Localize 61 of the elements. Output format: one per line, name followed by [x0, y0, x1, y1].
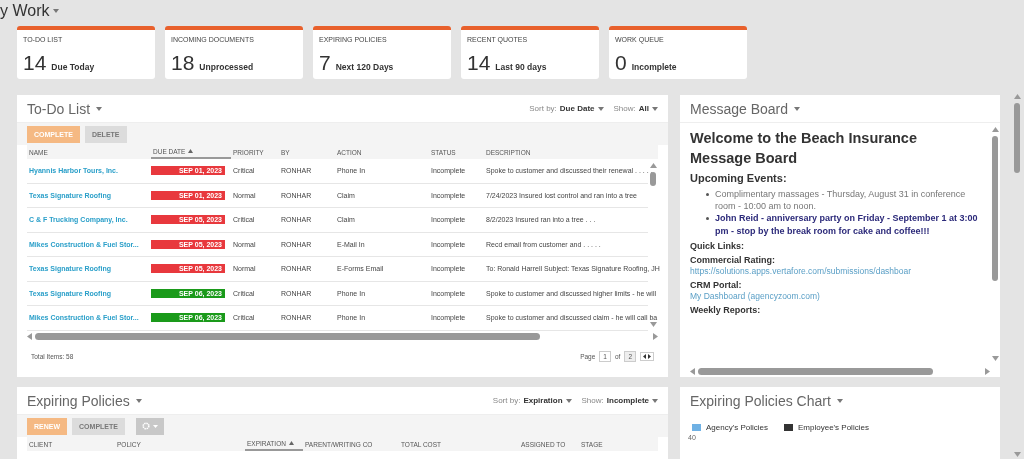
tile-caption: Last 90 days	[495, 62, 547, 72]
tile-count: 0	[615, 52, 627, 73]
tile-count: 14	[23, 52, 47, 73]
caret-icon	[597, 106, 604, 111]
caret-icon	[96, 106, 103, 111]
settings-button[interactable]	[135, 417, 164, 435]
section-heading: Upcoming Events:	[690, 172, 788, 185]
page-title: y Work	[0, 2, 50, 20]
tile-caption: Unprocessed	[199, 62, 254, 72]
bullet-icon	[706, 193, 709, 197]
panel-title: To-Do List	[27, 100, 91, 117]
section-heading: Quick Links:	[690, 240, 745, 251]
scrollbar-thumb[interactable]	[992, 136, 998, 281]
tile-count: 14	[467, 52, 491, 73]
event-item: Complimentary massages - Thursday, August 31 in conference room - 10:00 am to noon.	[715, 188, 967, 213]
tile-count: 18	[171, 52, 195, 73]
bullet-icon	[706, 217, 709, 221]
scroll-down-icon[interactable]	[991, 356, 999, 361]
link-label: Commercial Rating:	[690, 254, 777, 265]
event-item: John Reid - anniversary party on Friday - September 1 at 3:00 pm - stop by the break room for cake and coffee!!!	[715, 212, 979, 237]
scroll-down-icon[interactable]	[649, 321, 657, 327]
scroll-right-icon[interactable]	[653, 333, 658, 340]
caret-icon	[152, 424, 158, 428]
link-label: CRM Portal:	[690, 279, 743, 290]
caret-icon	[135, 398, 142, 403]
scroll-right-icon[interactable]	[985, 367, 990, 375]
legend-label: Employee's Policies	[798, 423, 869, 432]
page-scrollbar-thumb[interactable]	[1014, 103, 1020, 173]
scroll-up-icon[interactable]	[1013, 94, 1021, 99]
caret-icon	[652, 398, 658, 403]
tile-count: 7	[319, 52, 331, 73]
caret-icon	[565, 398, 572, 403]
panel-title: Expiring Policies Chart	[690, 393, 831, 409]
scrollbar-thumb[interactable]	[698, 367, 933, 375]
show-dropdown[interactable]: Show: Incomplete	[581, 396, 658, 405]
scroll-left-icon[interactable]	[27, 333, 32, 340]
caret-icon	[53, 9, 60, 13]
caret-icon	[652, 106, 658, 111]
show-dropdown[interactable]: Show: All	[613, 104, 658, 113]
sort-ascending-icon	[188, 149, 194, 153]
settings-icon	[141, 422, 150, 430]
legend-label: Agency's Policies	[706, 423, 768, 432]
sort-dropdown[interactable]: Sort by: Expiration	[492, 396, 572, 405]
sort-ascending-icon	[288, 441, 294, 445]
tile-caption: Next 120 Days	[335, 62, 394, 72]
sort-dropdown[interactable]: Sort by: Due Date	[529, 104, 604, 113]
pager-buttons[interactable]	[640, 351, 654, 361]
tile-caption: Due Today	[51, 62, 95, 72]
caret-icon	[836, 399, 843, 403]
scroll-up-icon[interactable]	[991, 127, 999, 132]
scroll-up-icon[interactable]	[649, 163, 657, 168]
scroll-left-icon[interactable]	[690, 367, 695, 375]
scrollbar-thumb[interactable]	[35, 333, 540, 340]
message-heading: Welcome to the Beach Insurance Message Board	[690, 129, 918, 168]
scroll-down-icon[interactable]	[1013, 452, 1021, 457]
panel-title: Expiring Policies	[27, 392, 130, 409]
panel-title: Message Board	[690, 100, 789, 117]
caret-icon	[794, 106, 801, 111]
section-heading: Weekly Reports:	[690, 304, 762, 315]
scrollbar-thumb[interactable]	[650, 172, 656, 186]
tile-caption: Incomplete	[631, 62, 677, 72]
